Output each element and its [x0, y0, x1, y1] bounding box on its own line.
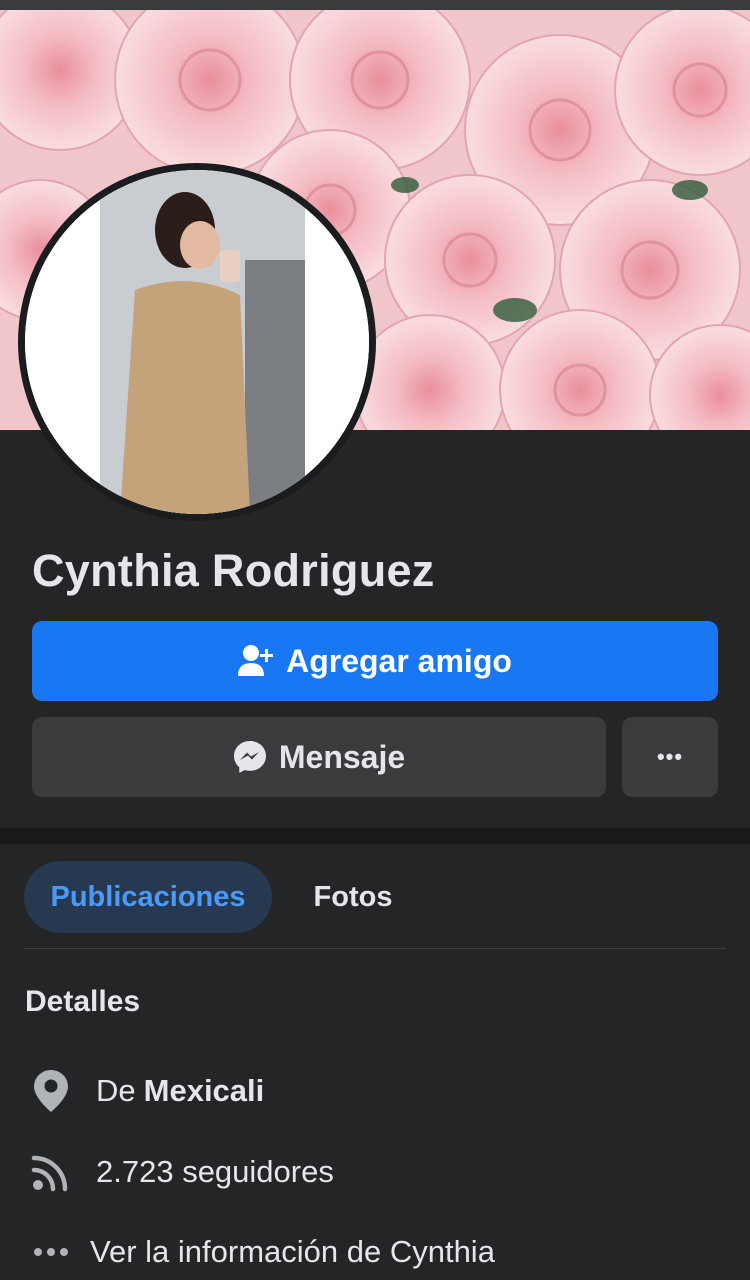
avatar-photo [25, 170, 369, 514]
tab-publicaciones[interactable]: Publicaciones [24, 861, 272, 933]
see-info-link[interactable]: Ver la información de Cynthia [28, 1229, 495, 1275]
detail-location: De Mexicali [28, 1068, 264, 1114]
location-prefix: De [96, 1073, 136, 1108]
add-friend-label: Agregar amigo [286, 642, 512, 679]
followers-count: 2.723 seguidores [96, 1154, 334, 1189]
more-options-button[interactable]: ••• [622, 717, 718, 797]
person-plus-icon [238, 644, 274, 678]
message-button[interactable]: Mensaje [32, 717, 606, 797]
location-city: Mexicali [143, 1073, 265, 1108]
status-strip [0, 0, 750, 10]
add-friend-button[interactable]: Agregar amigo [32, 621, 718, 701]
location-pin-icon [28, 1068, 74, 1114]
divider [24, 948, 726, 949]
details-heading: Detalles [25, 985, 141, 1018]
ellipsis-icon [28, 1229, 74, 1275]
profile-name: Cynthia Rodriguez [32, 545, 435, 596]
rss-feed-icon [28, 1149, 74, 1195]
section-separator [0, 828, 750, 844]
profile-picture[interactable] [18, 163, 376, 521]
detail-followers: 2.723 seguidores [28, 1149, 334, 1195]
messenger-icon [233, 740, 267, 774]
tab-fotos[interactable]: Fotos [290, 861, 416, 933]
see-info-label: Ver la información de Cynthia [90, 1234, 495, 1269]
message-label: Mensaje [278, 738, 406, 775]
ellipsis-icon: ••• [656, 744, 684, 769]
avatar [25, 170, 369, 514]
